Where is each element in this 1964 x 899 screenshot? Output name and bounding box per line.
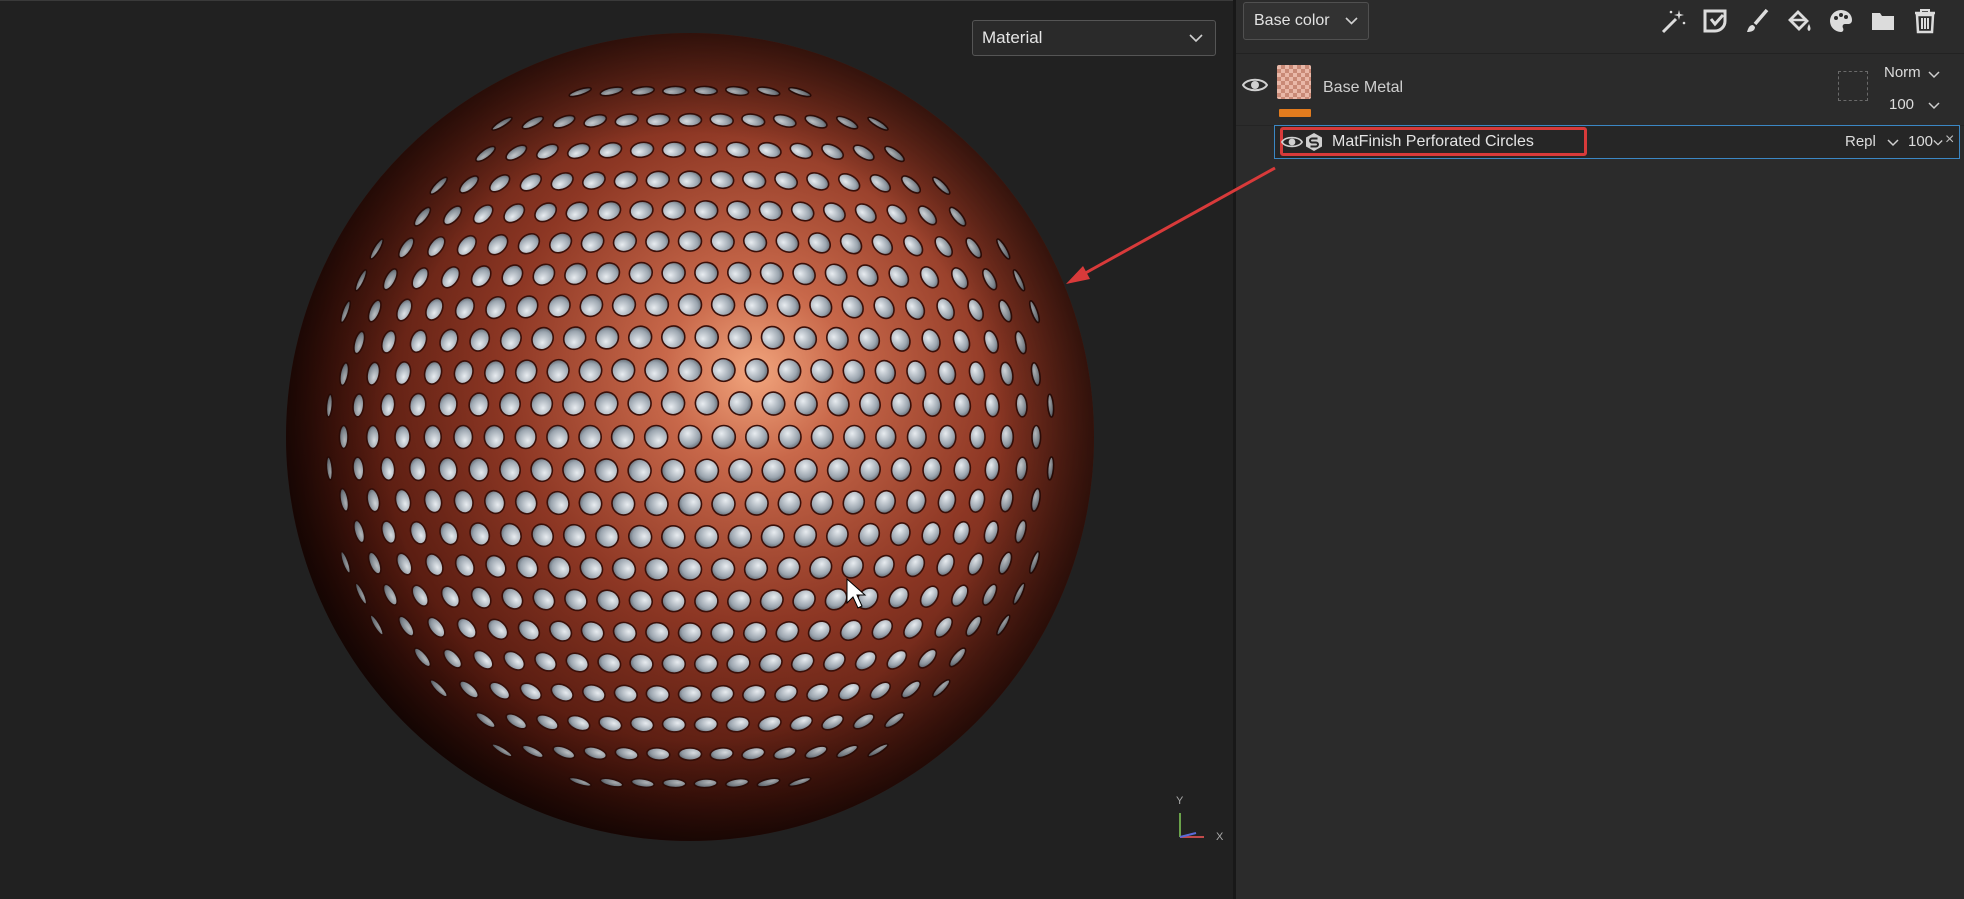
layer-opacity[interactable]: 100 <box>1889 96 1914 113</box>
smart-mask-icon[interactable] <box>1701 7 1729 35</box>
substance-icon <box>1306 133 1322 151</box>
layer-row-base-metal[interactable]: Base Metal Norm 100 <box>1236 54 1964 126</box>
chevron-down-icon <box>1189 33 1203 42</box>
channel-dropdown[interactable]: Base color <box>1243 2 1369 40</box>
effect-name[interactable]: MatFinish Perforated Circles <box>1332 133 1534 151</box>
chevron-down-icon[interactable] <box>1887 139 1899 147</box>
chevron-down-icon[interactable] <box>1933 139 1943 147</box>
chevron-down-icon <box>1345 17 1358 25</box>
axis-y-label: Y <box>1176 795 1184 807</box>
layers-toolbar: Base color <box>1236 0 1964 54</box>
folder-icon[interactable] <box>1869 7 1897 35</box>
visibility-eye-icon[interactable] <box>1241 75 1269 95</box>
chevron-down-icon[interactable] <box>1928 102 1940 110</box>
viewport-display-dropdown[interactable]: Material <box>972 20 1216 56</box>
channel-value: Base color <box>1254 12 1330 29</box>
effect-opacity[interactable]: 100 <box>1908 133 1933 150</box>
axis-x-label: X <box>1216 831 1224 843</box>
layer-thumbnail[interactable] <box>1277 65 1311 99</box>
fill-bucket-icon[interactable] <box>1785 7 1813 35</box>
magic-wand-icon[interactable] <box>1659 7 1687 35</box>
axis-gizmo: Y X <box>1168 793 1228 857</box>
paint-brush-icon[interactable] <box>1743 7 1771 35</box>
palette-icon[interactable] <box>1827 7 1855 35</box>
close-icon[interactable]: × <box>1945 131 1954 149</box>
layers-panel: Base color Base Metal Norm 100 MatFinish… <box>1236 0 1964 899</box>
3d-viewport[interactable]: Material Y X <box>0 0 1233 899</box>
substance-painter-window: Material Y X Base color Base Metal Norm … <box>0 0 1964 899</box>
mask-slot[interactable] <box>1838 71 1868 101</box>
axis-lines-icon <box>1179 813 1204 838</box>
viewport-display-value: Material <box>982 28 1043 47</box>
layer-blend-mode[interactable]: Norm <box>1884 64 1921 81</box>
layer-color-tag <box>1279 109 1311 117</box>
perforated-metal-sphere <box>286 33 1094 841</box>
effect-row-perforated-circles[interactable]: MatFinish Perforated Circles Repl 100 × <box>1274 125 1960 159</box>
effect-blend-mode[interactable]: Repl <box>1845 133 1876 150</box>
layer-name[interactable]: Base Metal <box>1323 79 1403 97</box>
chevron-down-icon[interactable] <box>1928 71 1940 79</box>
trash-icon[interactable] <box>1911 7 1939 35</box>
